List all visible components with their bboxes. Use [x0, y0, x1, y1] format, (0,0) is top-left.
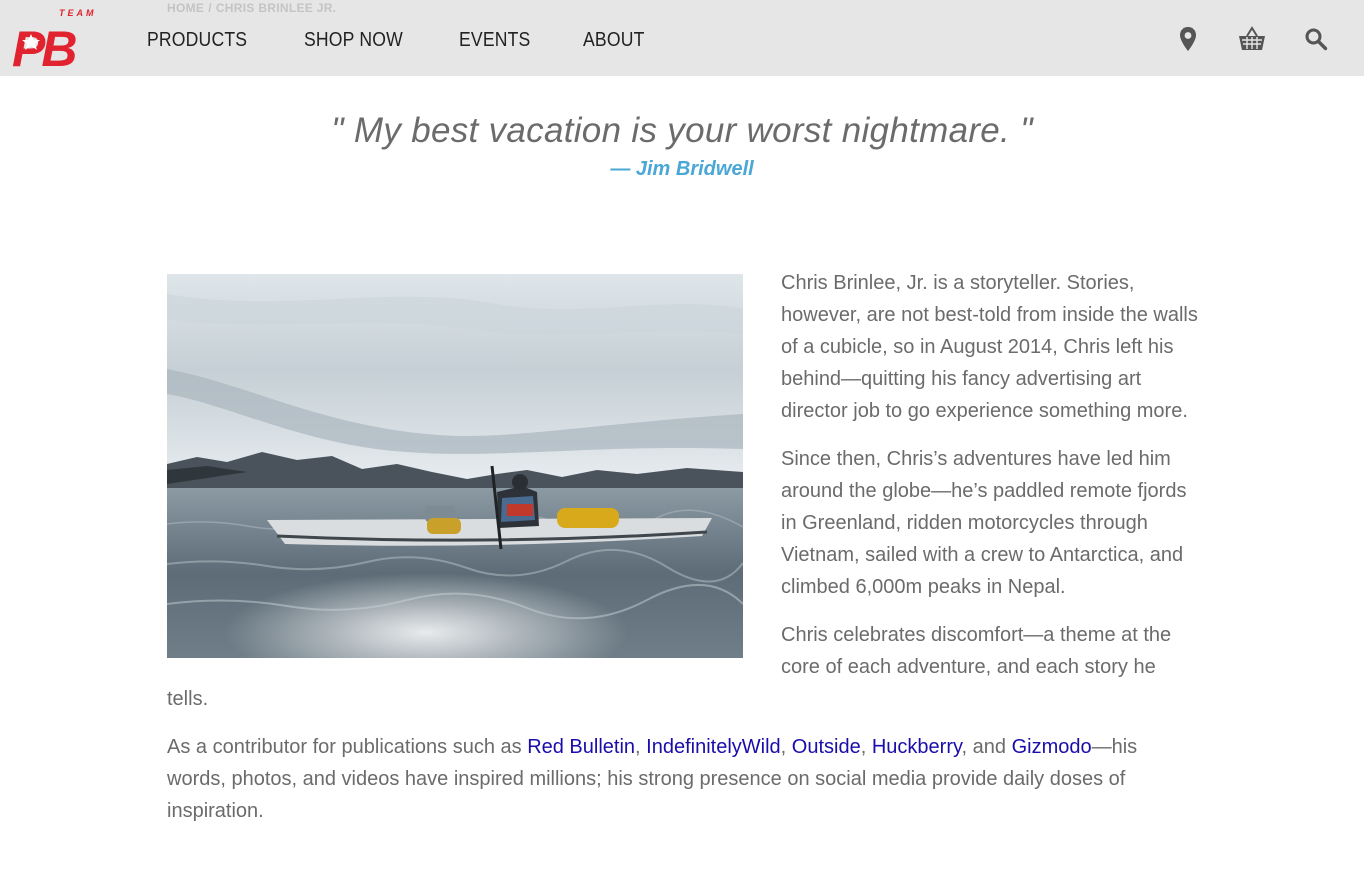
- breadcrumb-current: CHRIS BRINLEE JR.: [215, 1, 337, 15]
- link-red-bulletin[interactable]: Red Bulletin: [527, 736, 635, 758]
- search-icon[interactable]: [1298, 24, 1334, 54]
- breadcrumb-separator: /: [208, 1, 212, 15]
- p4-sep: ,: [780, 736, 792, 758]
- site-header: TEAM PB HOME / CHRIS BRINLEE JR. PRODUCTS …: [0, 0, 1364, 76]
- link-gizmodo[interactable]: Gizmodo: [1012, 736, 1092, 758]
- team-pb-logo[interactable]: TEAM PB: [10, 6, 96, 70]
- breadcrumb: HOME / CHRIS BRINLEE JR.: [167, 0, 336, 16]
- nav-about[interactable]: ABOUT: [583, 28, 645, 52]
- location-pin-icon[interactable]: [1170, 24, 1206, 54]
- logo-top-text: TEAM: [59, 8, 96, 18]
- quote-section: " My best vacation is your worst nightma…: [0, 108, 1364, 184]
- quote-attribution: — Jim Bridwell: [610, 158, 754, 180]
- bio-paragraph-4: As a contributor for publications such a…: [167, 731, 1199, 827]
- pull-quote: " My best vacation is your worst nightma…: [331, 111, 1033, 150]
- nav-events[interactable]: EVENTS: [459, 28, 530, 52]
- header-icons: [1170, 24, 1340, 54]
- shopping-basket-icon[interactable]: [1234, 24, 1270, 54]
- main-nav: PRODUCTS SHOP NOW EVENTS ABOUT: [147, 28, 696, 52]
- bio-article: Chris Brinlee, Jr. is a storyteller. Sto…: [167, 267, 1199, 843]
- p4-sep: , and: [961, 736, 1012, 758]
- logo-mark-text: PB: [12, 21, 76, 70]
- breadcrumb-home[interactable]: HOME: [167, 1, 204, 15]
- link-huckberry[interactable]: Huckberry: [872, 736, 962, 758]
- photo-spacer: [167, 267, 781, 667]
- link-indefinitelywild[interactable]: IndefinitelyWild: [646, 736, 781, 758]
- p4-intro: As a contributor for publications such a…: [167, 736, 528, 758]
- p4-sep: ,: [635, 736, 647, 758]
- nav-products[interactable]: PRODUCTS: [147, 28, 247, 52]
- p4-sep: ,: [860, 736, 872, 758]
- link-outside[interactable]: Outside: [792, 736, 861, 758]
- nav-shop-now[interactable]: SHOP NOW: [304, 28, 403, 52]
